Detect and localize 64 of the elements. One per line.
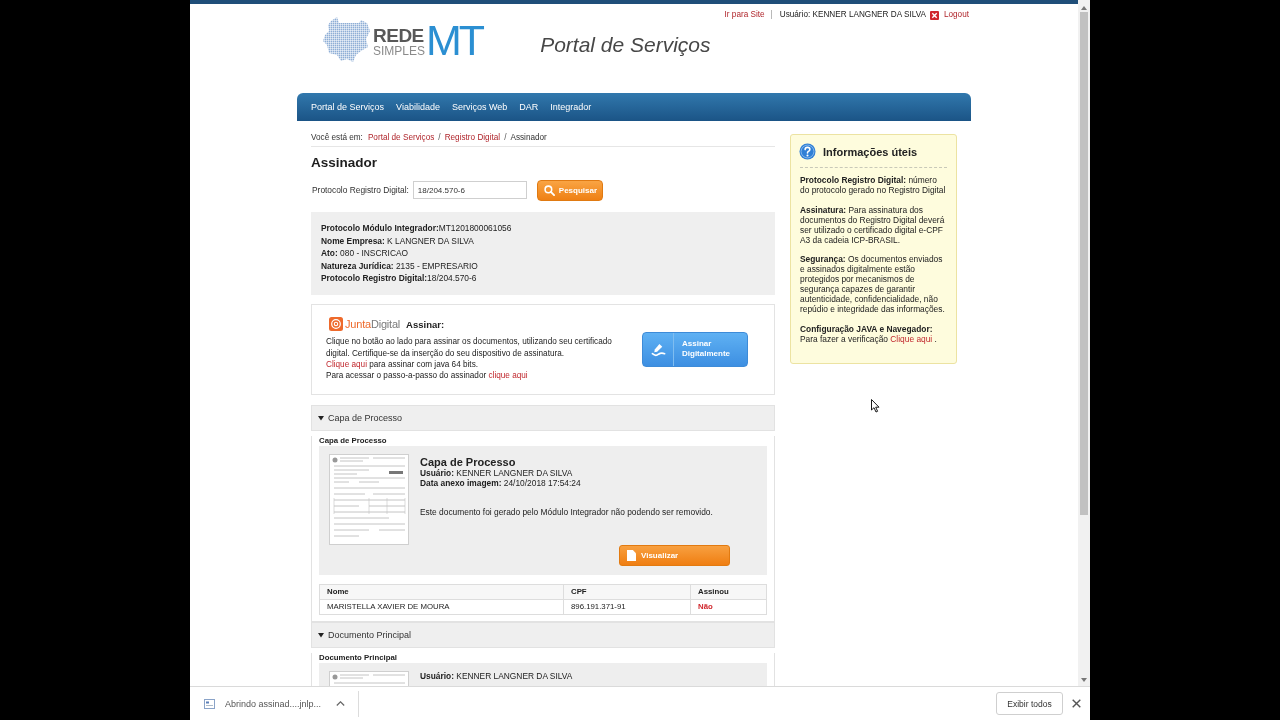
scroll-up-arrow-icon[interactable]	[1081, 6, 1087, 10]
at-sign-icon	[329, 317, 343, 332]
search-icon	[543, 184, 555, 196]
link[interactable]: Clique aqui	[326, 359, 367, 369]
close-icon[interactable]	[929, 10, 939, 20]
summary-line: Protocolo Módulo Integrador:MT1201800061056	[321, 222, 513, 235]
nav-link[interactable]: Integrador	[550, 101, 592, 113]
map-icon	[323, 17, 370, 62]
summary-line: Natureza Jurídica: 2135 - EMPRESARIO	[321, 259, 479, 273]
summary-line: Protocolo Registro Digital:18/204.570-6	[321, 272, 478, 285]
field-label: Protocolo Registro Digital:	[312, 185, 409, 195]
caret-up-icon[interactable]	[336, 701, 346, 706]
link[interactable]: Clique aqui	[890, 333, 933, 344]
summary-line: Nome Empresa: K LANGNER DA SILVA	[321, 234, 475, 248]
accordion-header[interactable]: Documento Principal	[311, 621, 775, 648]
logo-text: SIMPLES	[373, 44, 426, 58]
document-detail: Usuário: KENNER LANGNER DA SILVA	[420, 670, 574, 681]
logo-text: MT	[426, 20, 483, 60]
link-separator: |	[770, 10, 773, 20]
info-text: Protocolo Registro Digital: número do protocolo gerado no Registro Digital	[800, 175, 947, 195]
nav-link[interactable]: DAR	[519, 101, 539, 113]
pen-icon	[650, 341, 666, 357]
link[interactable]: clique aqui	[488, 371, 528, 381]
scrollbar-thumb[interactable]	[1080, 12, 1088, 515]
user-name: Usuário: KENNER LANGNER DA SILVA	[779, 10, 926, 20]
document-title: Capa de Processo	[420, 455, 517, 468]
scrollbar[interactable]	[1078, 0, 1090, 686]
accordion-header[interactable]: Capa de Processo	[311, 404, 775, 431]
help-icon	[799, 143, 816, 160]
info-text: Configuração JAVA e Navegador: Para fazer a verificação Clique aqui .	[800, 323, 938, 344]
info-text: Segurança: Os documentos enviados e assinados digitalmente estão protegidos por mecanismos de segurança capazes de garantir autenticidade, confidencialidade, não repúdio e integridade das informações.	[800, 254, 946, 314]
show-all-button[interactable]: Exibir todos	[996, 692, 1063, 715]
info-text: Assinatura: Para assinatura dos documentos do Registro Digital deverá ser utilizado o certificado digital e-CPF A3 da cadeia ICP-BRASIL.	[800, 204, 946, 245]
logo-text: REDE	[373, 27, 425, 44]
portal-title: Portal de Serviços	[540, 33, 711, 57]
site-link[interactable]: Ir para Site	[724, 10, 765, 20]
signing-heading: Assinar:	[406, 318, 445, 330]
logout-link[interactable]: Logout	[943, 10, 969, 20]
breadcrumb-label: Você está em:	[311, 133, 363, 142]
breadcrumb-link[interactable]: Registro Digital	[444, 133, 501, 142]
info-title: Informações úteis	[823, 145, 918, 158]
mouse-pointer-icon	[871, 399, 880, 413]
instruction-text: Clique no botão ao lado para assinar os documentos, utilizando seu certificado digital. Certifique-se da inserção do seu dispositivo de assinatura.	[326, 336, 613, 359]
summary-line: Ato: 080 - INSCRICAO	[321, 247, 410, 260]
document-note: Este documento foi gerado pelo Módulo Integrador não podendo ser removido.	[420, 506, 714, 517]
breadcrumb-separator: /	[438, 133, 441, 142]
page-title: Assinador	[311, 155, 379, 170]
download-item[interactable]: Abrindo assinad....jnlp...	[204, 698, 322, 709]
scroll-down-arrow-icon[interactable]	[1081, 678, 1087, 682]
nav-link[interactable]: Portal de Serviços	[311, 101, 385, 113]
nav-link[interactable]: Viabilidade	[396, 101, 440, 113]
document-detail: Usuário: KENNER LANGNER DA SILVA	[420, 467, 574, 478]
instruction-text: Para acessar o passo-a-passo do assinador clique aqui	[326, 370, 529, 382]
file-icon	[627, 549, 636, 561]
brand-text: JuntaDigital	[345, 317, 401, 331]
breadcrumb-current: Assinador	[510, 133, 547, 142]
file-icon	[204, 698, 215, 709]
protocol-input[interactable]: 18/204.570-6	[412, 181, 527, 199]
close-icon[interactable]	[1072, 699, 1081, 708]
instruction-text: Clique aqui para assinar com java 64 bits.	[326, 358, 479, 371]
document-detail: Data anexo imagem: 24/10/2018 17:54:24	[420, 477, 582, 488]
breadcrumb-link[interactable]: Portal de Serviços	[367, 133, 435, 142]
nav-link[interactable]: Serviços Web	[451, 101, 508, 113]
breadcrumb-separator: /	[504, 133, 507, 142]
